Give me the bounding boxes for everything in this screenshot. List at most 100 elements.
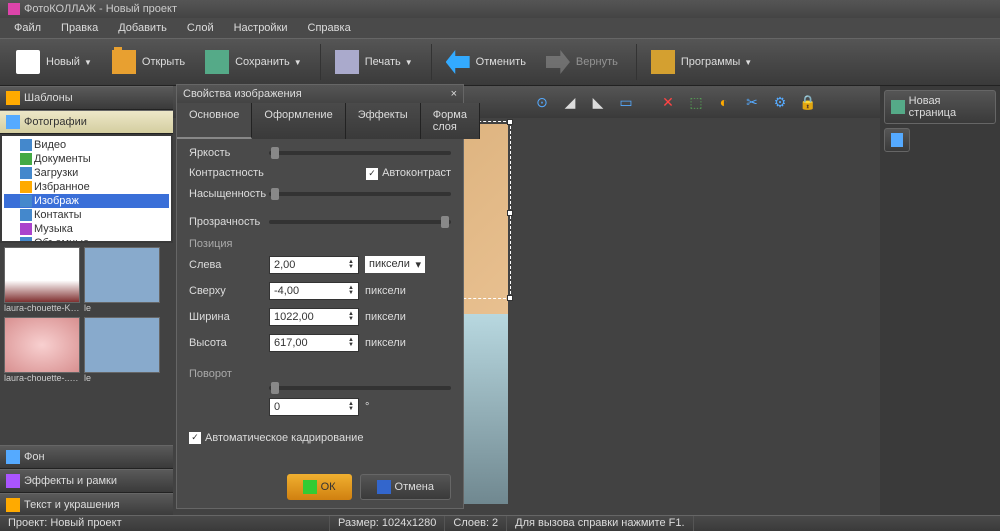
background-icon (6, 450, 20, 464)
spinner-arrows[interactable]: ▲▼ (348, 260, 354, 270)
rotation-label: Поворот (189, 368, 232, 380)
lock-button[interactable]: 🔒 (795, 89, 821, 115)
status-bar: Проект: Новый проект Размер: 1024x1280 С… (0, 515, 1000, 531)
folder-icon (20, 209, 32, 221)
thumbnail[interactable]: le (84, 247, 160, 313)
menu-edit[interactable]: Правка (51, 20, 108, 36)
transparency-slider[interactable] (269, 220, 451, 224)
flip-h-button[interactable]: ◢ (557, 89, 583, 115)
flip-v-button[interactable]: ◣ (585, 89, 611, 115)
resize-handle-se[interactable] (507, 295, 513, 301)
menu-add[interactable]: Добавить (108, 20, 177, 36)
resize-handle-e[interactable] (507, 210, 513, 216)
photos-label: Фотографии (24, 116, 87, 128)
rotation-slider[interactable] (269, 386, 451, 390)
new-button[interactable]: Новый▼ (8, 46, 100, 78)
tab-style[interactable]: Оформление (252, 103, 345, 139)
brightness-slider[interactable] (269, 151, 451, 155)
landscape-button[interactable]: ▭ (613, 89, 639, 115)
contrast-label: Контрастность (189, 167, 269, 179)
height-input[interactable]: 617,00▲▼ (269, 334, 359, 352)
page-thumb-button[interactable] (884, 128, 910, 152)
left-input[interactable]: 2,00▲▼ (269, 256, 359, 274)
width-label: Ширина (189, 311, 269, 323)
thumb-caption: laura-chouette-KA... (4, 303, 80, 313)
rotation-input[interactable]: 0▲▼ (269, 398, 359, 416)
settings-button[interactable]: ⚙ (767, 89, 793, 115)
save-icon (205, 50, 229, 74)
autocontrast-checkbox[interactable]: ✓ (366, 168, 378, 180)
tree-item[interactable]: Избранное (4, 180, 169, 194)
save-label: Сохранить (235, 56, 290, 68)
templates-panel-header[interactable]: Шаблоны (0, 86, 173, 110)
tree-item-selected[interactable]: Изображ (4, 194, 169, 208)
thumb-image (4, 247, 80, 303)
tab-main[interactable]: Основное (177, 103, 252, 139)
print-label: Печать (365, 56, 401, 68)
thumbnail[interactable]: laura-chouette-... K... (4, 317, 80, 383)
background-panel-header[interactable]: Фон (0, 445, 173, 469)
new-page-button[interactable]: Новая страница (884, 90, 996, 124)
thumbnail[interactable]: le (84, 317, 160, 383)
thumbnail[interactable]: laura-chouette-KA... (4, 247, 80, 313)
saturation-slider[interactable] (269, 192, 451, 196)
separator (320, 44, 321, 80)
folder-tree[interactable]: Видео Документы Загрузки Избранное Изобр… (2, 136, 171, 241)
tree-item[interactable]: Музыка (4, 222, 169, 236)
zoom-button[interactable]: ⊙ (529, 89, 555, 115)
text-panel-header[interactable]: Текст и украшения (0, 493, 173, 517)
spinner-arrows[interactable]: ▲▼ (348, 312, 354, 322)
new-icon (16, 50, 40, 74)
crop-button[interactable]: ⬚ (683, 89, 709, 115)
menu-layer[interactable]: Слой (177, 20, 224, 36)
degree-label: ° (365, 401, 425, 413)
spinner-arrows[interactable]: ▲▼ (348, 338, 354, 348)
background-label: Фон (24, 451, 45, 463)
status-size: Размер: 1024x1280 (330, 516, 445, 531)
save-button[interactable]: Сохранить▼ (197, 46, 310, 78)
image-properties-dialog: Свойства изображения × Основное Оформлен… (176, 84, 464, 509)
photos-panel-header[interactable]: Фотографии (0, 110, 173, 134)
cancel-button[interactable]: Отмена (360, 474, 451, 500)
top-label: Сверху (189, 285, 269, 297)
tab-effects[interactable]: Эффекты (346, 103, 421, 139)
delete-button[interactable]: ✕ (655, 89, 681, 115)
spinner-arrows[interactable]: ▲▼ (348, 402, 354, 412)
programs-button[interactable]: Программы▼ (643, 46, 760, 78)
x-icon (377, 480, 391, 494)
print-button[interactable]: Печать▼ (327, 46, 421, 78)
cut-button[interactable]: ✂ (739, 89, 765, 115)
menu-settings[interactable]: Настройки (224, 20, 298, 36)
tree-item[interactable]: Объемные (4, 236, 169, 241)
tree-item[interactable]: Загрузки (4, 166, 169, 180)
height-label: Высота (189, 337, 269, 349)
tree-item[interactable]: Контакты (4, 208, 169, 222)
programs-icon (651, 50, 675, 74)
undo-button[interactable]: Отменить (438, 46, 534, 78)
autocrop-checkbox[interactable]: ✓ (189, 432, 201, 444)
folder-icon (20, 195, 32, 207)
effects-panel-header[interactable]: Эффекты и рамки (0, 469, 173, 493)
menu-file[interactable]: Файл (4, 20, 51, 36)
resize-handle-ne[interactable] (507, 119, 513, 125)
thumb-caption: laura-chouette-... K... (4, 373, 80, 383)
tree-item[interactable]: Документы (4, 152, 169, 166)
top-input[interactable]: -4,00▲▼ (269, 282, 359, 300)
tab-shape[interactable]: Форма слоя (421, 103, 480, 139)
width-input[interactable]: 1022,00▲▼ (269, 308, 359, 326)
spinner-arrows[interactable]: ▲▼ (348, 286, 354, 296)
open-button[interactable]: Открыть (104, 46, 193, 78)
star-icon (20, 181, 32, 193)
left-label: Слева (189, 259, 269, 271)
dialog-title-bar[interactable]: Свойства изображения × (177, 85, 463, 103)
tree-item[interactable]: Видео (4, 138, 169, 152)
redo-button[interactable]: Вернуть (538, 46, 626, 78)
unit-select[interactable]: пиксели▾ (365, 256, 425, 273)
chevron-down-icon: ▼ (744, 58, 752, 67)
plus-icon (891, 100, 905, 114)
ok-button[interactable]: ОК (287, 474, 352, 500)
menu-help[interactable]: Справка (298, 20, 361, 36)
color-button[interactable]: ◐ (711, 89, 737, 115)
status-layers: Слоев: 2 (445, 516, 507, 531)
close-icon[interactable]: × (451, 88, 457, 100)
